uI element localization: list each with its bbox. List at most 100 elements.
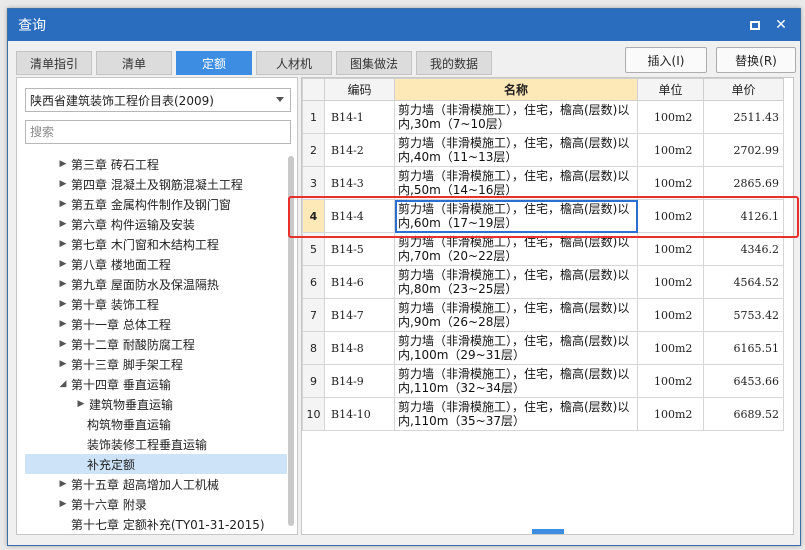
- table-row[interactable]: 6 B14-6 剪力墙（非滑模施工），住宅，檐高(层数)以 内,80m（23~25层）…: [302, 265, 784, 299]
- cell-price[interactable]: 6689.52: [703, 397, 784, 431]
- cell-price[interactable]: 2511.43: [703, 100, 784, 134]
- replace-button[interactable]: 替换(R): [716, 47, 796, 73]
- tree-node[interactable]: ▶ 第六章 构件运输及安装: [25, 214, 287, 234]
- tree-node[interactable]: ▶ 第十六章 附录: [25, 494, 287, 514]
- cell-price[interactable]: 6165.51: [703, 331, 784, 365]
- table-row[interactable]: 5 B14-5 剪力墙（非滑模施工），住宅，檐高(层数)以 内,70m（20~22层）…: [302, 232, 784, 266]
- expand-arrow-icon[interactable]: ▶: [55, 359, 71, 369]
- expand-arrow-icon[interactable]: ▶: [55, 159, 71, 169]
- expand-arrow-icon[interactable]: ▶: [55, 259, 71, 269]
- expand-arrow-icon[interactable]: ▶: [55, 239, 71, 249]
- library-select[interactable]: 陕西省建筑装饰工程价目表(2009): [25, 88, 291, 112]
- tab-my-data[interactable]: 我的数据: [416, 51, 492, 75]
- tab-labor-material[interactable]: 人材机: [256, 51, 332, 75]
- title-bar[interactable]: 查询 ✕: [8, 9, 800, 41]
- cell-price[interactable]: 2865.69: [703, 166, 784, 200]
- cell-unit[interactable]: 100m2: [637, 331, 704, 365]
- close-icon[interactable]: ✕: [768, 14, 794, 36]
- tree-node[interactable]: ◢ 第十四章 垂直运输: [25, 374, 287, 394]
- tree-node[interactable]: ▶ 第十五章 超高增加人工机械: [25, 474, 287, 494]
- cell-unit[interactable]: 100m2: [637, 364, 704, 398]
- tab-bill-guide[interactable]: 清单指引: [16, 51, 92, 75]
- cell-name[interactable]: 剪力墙（非滑模施工），住宅，檐高(层数)以 内,30m（7~10层）: [394, 100, 638, 134]
- header-code[interactable]: 编码: [324, 78, 395, 101]
- tab-quota[interactable]: 定额: [176, 51, 252, 75]
- row-number[interactable]: 1: [302, 100, 325, 134]
- cell-unit[interactable]: 100m2: [637, 133, 704, 167]
- expand-arrow-icon[interactable]: ▶: [55, 299, 71, 309]
- cell-code[interactable]: B14-5: [324, 232, 395, 266]
- expanded-arrow-icon[interactable]: ◢: [55, 379, 71, 389]
- tree-node[interactable]: 补充定额: [25, 454, 287, 474]
- cell-code[interactable]: B14-7: [324, 298, 395, 332]
- row-number[interactable]: 2: [302, 133, 325, 167]
- cell-unit[interactable]: 100m2: [637, 100, 704, 134]
- cell-code[interactable]: B14-6: [324, 265, 395, 299]
- cell-name[interactable]: 剪力墙（非滑模施工），住宅，檐高(层数)以 内,100m（29~31层）: [394, 331, 638, 365]
- row-number[interactable]: 4: [302, 199, 325, 233]
- tree-node[interactable]: ▶ 第十二章 耐酸防腐工程: [25, 334, 287, 354]
- expand-arrow-icon[interactable]: ▶: [73, 399, 89, 409]
- cell-price[interactable]: 4126.1: [703, 199, 784, 233]
- table-row[interactable]: 2 B14-2 剪力墙（非滑模施工），住宅，檐高(层数)以 内,40m（11~13层）…: [302, 133, 784, 167]
- row-number[interactable]: 6: [302, 265, 325, 299]
- cell-code[interactable]: B14-2: [324, 133, 395, 167]
- cell-name[interactable]: 剪力墙（非滑模施工），住宅，檐高(层数)以 内,80m（23~25层）: [394, 265, 638, 299]
- header-unit[interactable]: 单位: [637, 78, 704, 101]
- expand-arrow-icon[interactable]: ▶: [55, 279, 71, 289]
- cell-code[interactable]: B14-1: [324, 100, 395, 134]
- cell-price[interactable]: 4564.52: [703, 265, 784, 299]
- tree-node[interactable]: ▶ 建筑物垂直运输: [25, 394, 287, 414]
- cell-price[interactable]: 5753.42: [703, 298, 784, 332]
- tree-node[interactable]: ▶ 第十三章 脚手架工程: [25, 354, 287, 374]
- tree-node[interactable]: ▶ 第九章 屋面防水及保温隔热: [25, 274, 287, 294]
- chevron-down-icon[interactable]: [276, 97, 284, 102]
- row-number[interactable]: 10: [302, 397, 325, 431]
- row-number[interactable]: 7: [302, 298, 325, 332]
- row-number[interactable]: 3: [302, 166, 325, 200]
- tree-node[interactable]: 第十七章 定额补充(TY01-31-2015): [25, 514, 287, 534]
- scrollbar-thumb[interactable]: [288, 156, 294, 526]
- expand-arrow-icon[interactable]: ▶: [55, 339, 71, 349]
- table-row[interactable]: 10 B14-10 剪力墙（非滑模施工），住宅，檐高(层数)以 内,110m（35~3…: [302, 397, 784, 431]
- expand-arrow-icon[interactable]: ▶: [55, 319, 71, 329]
- cell-unit[interactable]: 100m2: [637, 199, 704, 233]
- tree-node[interactable]: ▶ 第三章 砖石工程: [25, 154, 287, 174]
- tree-node[interactable]: ▶ 第四章 混凝土及钢筋混凝土工程: [25, 174, 287, 194]
- tree-node[interactable]: ▶ 第十一章 总体工程: [25, 314, 287, 334]
- cell-unit[interactable]: 100m2: [637, 265, 704, 299]
- table-row[interactable]: 4 B14-4 剪力墙（非滑模施工），住宅，檐高(层数)以 内,60m（17~19层）…: [302, 199, 784, 233]
- tree-scrollbar[interactable]: [287, 152, 295, 532]
- row-number[interactable]: 9: [302, 364, 325, 398]
- table-row[interactable]: 8 B14-8 剪力墙（非滑模施工），住宅，檐高(层数)以 内,100m（29~31层…: [302, 331, 784, 365]
- expand-arrow-icon[interactable]: ▶: [55, 479, 71, 489]
- expand-arrow-icon[interactable]: ▶: [55, 219, 71, 229]
- expand-arrow-icon[interactable]: ▶: [55, 499, 71, 509]
- tree-node[interactable]: ▶ 第七章 木门窗和木结构工程: [25, 234, 287, 254]
- table-row[interactable]: 1 B14-1 剪力墙（非滑模施工），住宅，檐高(层数)以 内,30m（7~10层） 1…: [302, 100, 784, 134]
- splitter-handle[interactable]: [532, 529, 564, 534]
- cell-unit[interactable]: 100m2: [637, 166, 704, 200]
- cell-code[interactable]: B14-3: [324, 166, 395, 200]
- tree-node[interactable]: 构筑物垂直运输: [25, 414, 287, 434]
- tree-node[interactable]: ▶ 第十章 装饰工程: [25, 294, 287, 314]
- cell-code[interactable]: B14-4: [324, 199, 395, 233]
- cell-name[interactable]: 剪力墙（非滑模施工），住宅，檐高(层数)以 内,60m（17~19层）: [394, 199, 638, 233]
- expand-arrow-icon[interactable]: ▶: [55, 179, 71, 189]
- cell-code[interactable]: B14-8: [324, 331, 395, 365]
- header-name[interactable]: 名称: [394, 78, 638, 101]
- cell-name[interactable]: 剪力墙（非滑模施工），住宅，檐高(层数)以 内,70m（20~22层）: [394, 232, 638, 266]
- maximize-icon[interactable]: [742, 14, 768, 36]
- cell-price[interactable]: 2702.99: [703, 133, 784, 167]
- cell-name[interactable]: 剪力墙（非滑模施工），住宅，檐高(层数)以 内,40m（11~13层）: [394, 133, 638, 167]
- table-row[interactable]: 7 B14-7 剪力墙（非滑模施工），住宅，檐高(层数)以 内,90m（26~28层）…: [302, 298, 784, 332]
- cell-name[interactable]: 剪力墙（非滑模施工），住宅，檐高(层数)以 内,110m（35~37层）: [394, 397, 638, 431]
- cell-name[interactable]: 剪力墙（非滑模施工），住宅，檐高(层数)以 内,90m（26~28层）: [394, 298, 638, 332]
- cell-code[interactable]: B14-9: [324, 364, 395, 398]
- insert-button[interactable]: 插入(I): [625, 47, 707, 73]
- cell-price[interactable]: 6453.66: [703, 364, 784, 398]
- cell-name[interactable]: 剪力墙（非滑模施工），住宅，檐高(层数)以 内,50m（14~16层）: [394, 166, 638, 200]
- header-price[interactable]: 单价: [703, 78, 784, 101]
- tree-node[interactable]: ▶ 第五章 金属构件制作及钢门窗: [25, 194, 287, 214]
- tree-node[interactable]: ▶ 第八章 楼地面工程: [25, 254, 287, 274]
